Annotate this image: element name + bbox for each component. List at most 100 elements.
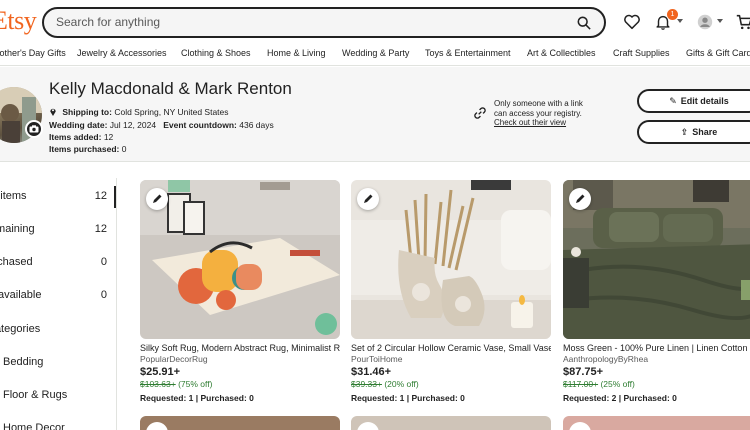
sale-info: $103.63+ (75% off): [140, 379, 340, 389]
pencil-icon: ✎: [669, 96, 677, 106]
original-price: $39.33+: [351, 379, 382, 389]
view-as-guest-link[interactable]: Check out their view: [494, 118, 566, 127]
requested-count: Requested: 1: [140, 393, 194, 403]
registry-item-card[interactable]: Silky Soft Rug, Modern Abstract Rug, Min…: [140, 180, 340, 403]
request-status: Requested: 2 | Purchased: 0: [563, 393, 677, 403]
sidebar-item-label: Floor & Rugs: [3, 389, 68, 401]
items-purchased-label: Items purchased:: [49, 144, 120, 154]
request-status: Requested: 1 | Purchased: 0: [140, 393, 254, 403]
registry-item-card[interactable]: Set of 2 Circular Hollow Ceramic Vase, S…: [351, 180, 551, 403]
chevron-down-icon[interactable]: [717, 19, 723, 23]
wedding-date-label: Wedding date:: [49, 120, 108, 130]
purchased-count: Purchased: 0: [411, 393, 465, 403]
item-title[interactable]: Silky Soft Rug, Modern Abstract Rug, Min…: [140, 343, 340, 353]
product-image[interactable]: [351, 416, 551, 430]
edit-item-button[interactable]: [146, 422, 168, 430]
sale-info: $39.33+ (20% off): [351, 379, 551, 389]
sidebar-item-purchased[interactable]: Purchased 0: [0, 256, 107, 268]
avatar-icon[interactable]: [696, 13, 714, 31]
sidebar-heading-label: Categories: [0, 323, 41, 335]
edit-item-button[interactable]: [357, 188, 379, 210]
item-price: $87.75+: [563, 366, 604, 378]
discount: (75% off): [178, 379, 213, 389]
edit-item-button[interactable]: [357, 422, 379, 430]
item-title[interactable]: Moss Green - 100% Pure Linen | Linen Cot…: [563, 343, 750, 353]
edit-item-button[interactable]: [569, 188, 591, 210]
sidebar-item-count: 0: [100, 256, 107, 268]
privacy-line: can access your registry.: [494, 108, 582, 118]
sidebar-item-unavailable[interactable]: Unavailable 0: [0, 289, 107, 301]
shop-name[interactable]: PourToiHome: [351, 354, 551, 364]
original-price: $117.00+: [563, 379, 599, 389]
heart-icon[interactable]: [623, 13, 641, 31]
search-bar[interactable]: [42, 7, 606, 38]
request-status: Requested: 1 | Purchased: 0: [351, 393, 465, 403]
registry-title: Kelly Macdonald & Mark Renton: [49, 79, 292, 98]
category-link[interactable]: Gifts & Gift Cards: [686, 48, 750, 58]
share-button[interactable]: ⇪ Share: [637, 120, 750, 144]
edit-item-button[interactable]: [146, 188, 168, 210]
category-link[interactable]: Wedding & Party: [342, 48, 409, 58]
sidebar-item-label: Home Decor: [3, 422, 65, 430]
category-link[interactable]: Art & Collectibles: [527, 48, 596, 58]
edit-details-label: Edit details: [680, 96, 729, 106]
etsy-logo[interactable]: Etsy: [0, 6, 37, 36]
category-link[interactable]: Clothing & Shoes: [181, 48, 251, 58]
shipping-value: Cold Spring, NY United States: [114, 107, 229, 117]
original-price: $103.63+: [140, 379, 176, 389]
link-icon: [474, 107, 486, 119]
camera-icon[interactable]: [25, 120, 43, 138]
sale-info: $117.00+ (25% off): [563, 379, 750, 389]
purchased-count: Purchased: 0: [200, 393, 254, 403]
item-title[interactable]: Set of 2 Circular Hollow Ceramic Vase, S…: [351, 343, 551, 353]
sidebar-item-floor-rugs[interactable]: Floor & Rugs: [3, 389, 113, 401]
search-icon[interactable]: [577, 16, 591, 30]
site-header: Etsy 1: [0, 0, 750, 44]
registry-item-card[interactable]: Moss Green - 100% Pure Linen | Linen Cot…: [563, 180, 750, 403]
wedding-date-value: Jul 12, 2024: [109, 120, 157, 130]
category-link[interactable]: Craft Supplies: [613, 48, 670, 58]
sidebar-item-all-items[interactable]: All items 12: [0, 190, 107, 202]
sidebar-item-label: Unavailable: [0, 289, 42, 301]
sidebar-item-remaining[interactable]: Remaining 12: [0, 223, 107, 235]
share-icon: ⇪: [680, 127, 689, 137]
items-added-label: Items added:: [49, 132, 102, 142]
sidebar-active-indicator: [114, 186, 116, 208]
shop-name[interactable]: AanthropologyByRhea: [563, 354, 750, 364]
category-link[interactable]: Mother's Day Gifts: [0, 48, 66, 58]
sidebar-item-home-decor[interactable]: Home Decor: [3, 422, 113, 430]
purchased-count: Purchased: 0: [623, 393, 677, 403]
category-link[interactable]: Jewelry & Accessories: [77, 48, 167, 58]
search-input[interactable]: [56, 15, 556, 29]
product-image[interactable]: [140, 416, 340, 430]
sidebar-item-count: 0: [100, 289, 107, 301]
chevron-down-icon[interactable]: [677, 19, 683, 23]
product-image[interactable]: [140, 180, 340, 339]
category-nav: Mother's Day Gifts Jewelry & Accessories…: [0, 44, 750, 66]
privacy-note: Only someone with a link can access your…: [494, 99, 583, 128]
product-image[interactable]: [563, 180, 750, 339]
discount: (25% off): [600, 379, 635, 389]
sidebar-item-label: All items: [0, 190, 27, 202]
pencil-icon: [153, 194, 162, 203]
shop-name[interactable]: PopularDecorRug: [140, 354, 340, 364]
pencil-icon: [364, 194, 373, 203]
sidebar-item-label: Remaining: [0, 223, 35, 235]
category-link[interactable]: Home & Living: [267, 48, 326, 58]
sidebar-item-count: 12: [94, 223, 107, 235]
cart-icon[interactable]: [735, 13, 750, 31]
privacy-line: Only someone with a link: [494, 99, 583, 108]
edit-details-button[interactable]: ✎ Edit details: [637, 89, 750, 113]
date-info: Wedding date: Jul 12, 2024 Event countdo…: [49, 120, 274, 130]
category-link[interactable]: Toys & Entertainment: [425, 48, 511, 58]
pencil-icon: [576, 194, 585, 203]
items-added: Items added: 12: [49, 132, 113, 142]
discount: (20% off): [384, 379, 419, 389]
sidebar-item-bedding[interactable]: Bedding: [3, 356, 113, 368]
product-image[interactable]: [351, 180, 551, 339]
product-image[interactable]: [563, 416, 750, 430]
edit-item-button[interactable]: [569, 422, 591, 430]
sidebar-item-count: 12: [94, 190, 107, 202]
shipping-info: Shipping to: Cold Spring, NY United Stat…: [49, 107, 229, 117]
requested-count: Requested: 2: [563, 393, 617, 403]
